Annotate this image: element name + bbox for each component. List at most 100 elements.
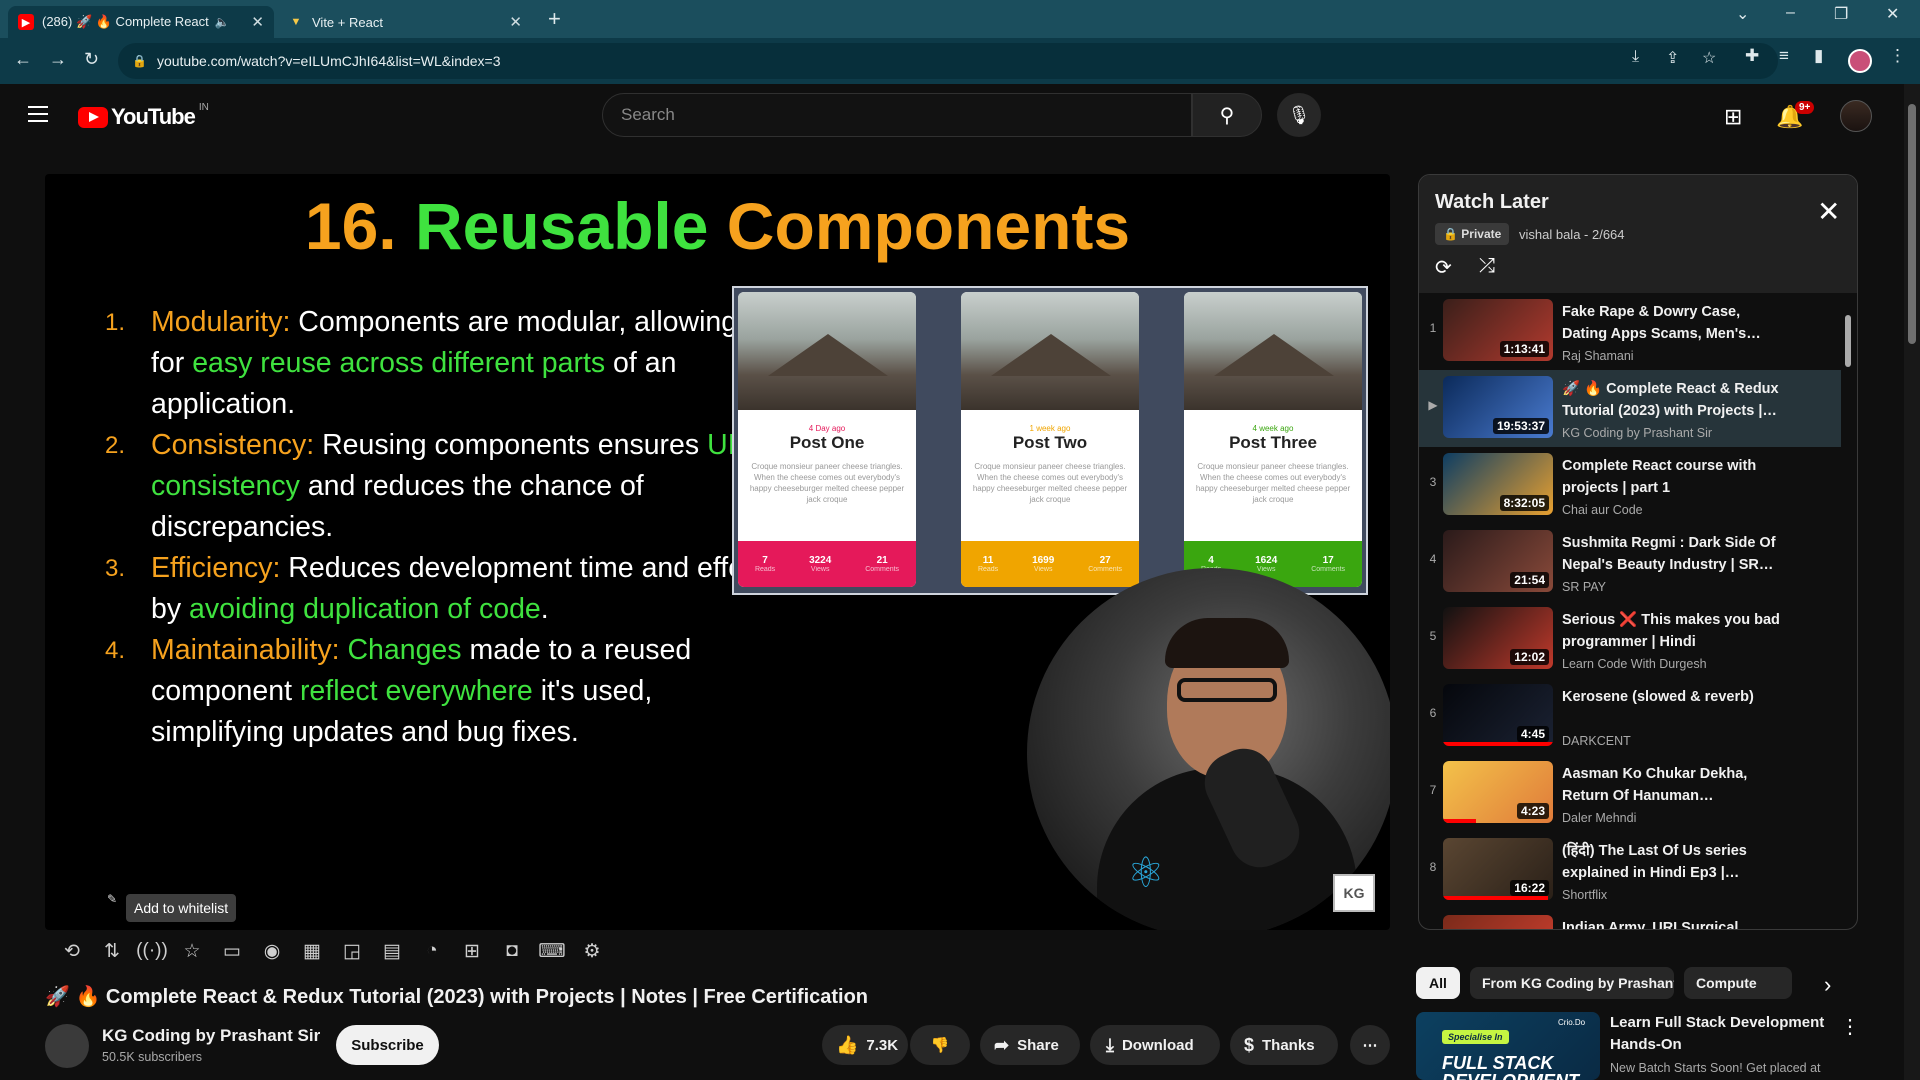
scrollbar-thumb[interactable]: [1908, 104, 1916, 344]
close-tab-icon[interactable]: ✕: [243, 13, 264, 31]
keyboard-icon[interactable]: ⌨: [532, 940, 572, 963]
playlist-item[interactable]: 5 12:02 Serious ❌ This makes you bad progr…: [1419, 601, 1841, 678]
more-actions-button[interactable]: ⋯: [1350, 1025, 1390, 1065]
maximize-button[interactable]: ❐: [1834, 4, 1848, 24]
extensions-puzzle-icon[interactable]: ✚: [1745, 46, 1759, 66]
sort-icon[interactable]: ⇅: [92, 940, 132, 963]
new-tab-button[interactable]: +: [548, 6, 561, 32]
shuffle-icon[interactable]: ⤮: [1479, 255, 1495, 278]
subscribe-button[interactable]: Subscribe: [336, 1025, 439, 1065]
create-video-icon[interactable]: ⊞: [1724, 104, 1742, 130]
share-icon[interactable]: ⇪: [1666, 48, 1679, 68]
video-duration: 16:22: [1510, 880, 1549, 896]
search-input[interactable]: Search: [602, 93, 1192, 137]
video-thumbnail[interactable]: 19:53:37: [1443, 376, 1553, 438]
browser-tab-youtube[interactable]: ▶ (286) 🚀 🔥 Complete React 🔈 ✕: [8, 6, 274, 38]
back-button[interactable]: ←: [14, 49, 32, 70]
loop-playlist-icon[interactable]: ⟳: [1435, 255, 1452, 280]
eye-icon[interactable]: ◉: [252, 940, 292, 963]
account-avatar[interactable]: [1840, 100, 1872, 132]
browser-tab-vite[interactable]: ▼ Vite + React ✕: [278, 6, 532, 38]
example-cards: 4 Day ago Post One Croque monsieur panee…: [732, 286, 1368, 595]
like-button[interactable]: 👍 7.3K: [822, 1025, 908, 1065]
close-playlist-icon[interactable]: ✕: [1817, 195, 1840, 228]
more-vertical-icon[interactable]: ⋮: [1840, 1014, 1860, 1039]
playlist-index: 3: [1429, 475, 1437, 489]
lock-icon: 🔒: [1443, 227, 1462, 241]
playlist-item[interactable]: 7 4:23 Aasman Ko Chukar Dekha, Return Of H…: [1419, 755, 1841, 832]
video-thumbnail[interactable]: 4:23: [1443, 761, 1553, 823]
mini-player-icon[interactable]: ◲: [332, 940, 372, 963]
video-thumbnail[interactable]: 21:54: [1443, 530, 1553, 592]
close-window-button[interactable]: ✕: [1886, 4, 1899, 24]
chrome-menu-icon[interactable]: ⋮: [1889, 46, 1906, 66]
playlist-item[interactable]: 1 1:13:41 Fake Rape & Dowry Case, Dating A…: [1419, 293, 1841, 370]
side-panel-icon[interactable]: ▮: [1814, 46, 1823, 66]
video-thumbnail[interactable]: 16:22: [1443, 838, 1553, 900]
playlist-title[interactable]: Watch Later: [1435, 191, 1549, 214]
chip-all[interactable]: All: [1416, 967, 1460, 999]
loop-icon[interactable]: ⟲: [52, 940, 92, 963]
bookmark-star-icon[interactable]: ☆: [1702, 48, 1716, 68]
forward-button[interactable]: →: [49, 49, 67, 70]
menu-icon[interactable]: [28, 106, 48, 122]
speed-icon[interactable]: ◔: [412, 940, 452, 962]
recommendation-thumbnail[interactable]: Specialise In FULL STACK DEVELOPMENT Cri…: [1416, 1012, 1600, 1080]
broadcast-icon[interactable]: ((·)): [132, 940, 172, 962]
video-thumbnail[interactable]: [1443, 915, 1553, 929]
media-control-icon[interactable]: ≡: [1779, 46, 1789, 66]
video-duration: 19:53:37: [1492, 418, 1549, 434]
logo-text: YouTube: [111, 104, 196, 129]
download-button[interactable]: ⤓ Download: [1090, 1025, 1220, 1065]
minimize-button[interactable]: –: [1786, 4, 1795, 22]
video-thumbnail[interactable]: 12:02: [1443, 607, 1553, 669]
channel-name[interactable]: KG Coding by Prashant Sir: [102, 1026, 320, 1046]
video-thumbnail[interactable]: 8:32:05: [1443, 453, 1553, 515]
reload-button[interactable]: ↻: [84, 49, 99, 70]
dislike-button[interactable]: 👎: [910, 1025, 970, 1065]
settings-gear-icon[interactable]: ⚙: [572, 940, 612, 963]
add-icon[interactable]: ⊞: [452, 940, 492, 963]
stat-comments: 27 Comments: [1088, 555, 1123, 573]
playlist-item[interactable]: ▶ 19:53:37 🚀 🔥 Complete React & Redux Tuto…: [1419, 370, 1841, 447]
film-icon[interactable]: ▦: [292, 940, 332, 963]
card-image: [738, 292, 916, 410]
star-icon[interactable]: ☆: [172, 940, 212, 963]
playlist-scrollbar[interactable]: [1845, 315, 1851, 367]
tab-search-icon[interactable]: ⌄: [1736, 4, 1749, 24]
playlist-item[interactable]: 9Indian Army, URI Surgical: [1419, 909, 1841, 929]
lock-icon: 🔒: [132, 54, 147, 68]
share-button[interactable]: ➦ Share: [980, 1025, 1080, 1065]
stat-reads: 7 Reads: [754, 555, 776, 573]
vite-favicon-icon: ▼: [290, 16, 302, 28]
page-scrollbar[interactable]: [1904, 84, 1920, 1080]
post-card: 4 week ago Post Three Croque monsieur pa…: [1184, 292, 1362, 587]
search-button[interactable]: ⚲: [1192, 93, 1262, 137]
playlist-item[interactable]: 6 4:45 Kerosene (slowed & reverb) DARKCENT: [1419, 678, 1841, 755]
thumb-brand: Crio.Do: [1558, 1018, 1586, 1027]
video-player[interactable]: 16. Reusable Components 1. Modularity: C…: [45, 174, 1390, 930]
video-thumbnail[interactable]: 1:13:41: [1443, 299, 1553, 361]
hide-icon[interactable]: ▭: [212, 940, 252, 963]
video-thumbnail[interactable]: 4:45: [1443, 684, 1553, 746]
recommendation-title[interactable]: Learn Full Stack Development Hands-On: [1610, 1012, 1842, 1056]
address-bar[interactable]: 🔒 youtube.com/watch?v=eILUmCJhI64&list=W…: [118, 43, 1778, 79]
speaker-icon[interactable]: 🔈: [215, 15, 230, 29]
card-body: Croque monsieur paneer cheese triangles.…: [1195, 462, 1351, 504]
channel-avatar[interactable]: [45, 1024, 89, 1068]
playlist-item[interactable]: 3 8:32:05 Complete React course with proje…: [1419, 447, 1841, 524]
youtube-logo[interactable]: YouTube IN: [78, 102, 209, 130]
close-tab-icon[interactable]: ✕: [501, 13, 522, 31]
chip-from-channel[interactable]: From KG Coding by Prashant …: [1470, 967, 1674, 999]
theater-icon[interactable]: ▤: [372, 940, 412, 963]
playlist-item[interactable]: 4 21:54 Sushmita Regmi : Dark Side Of Nepa…: [1419, 524, 1841, 601]
chip-computer[interactable]: Compute: [1684, 967, 1792, 999]
chevron-right-icon[interactable]: ›: [1824, 972, 1831, 998]
playlist-item[interactable]: 8 16:22 (हिंदी) The Last Of Us series expl…: [1419, 832, 1841, 909]
playlist-header: Watch Later 🔒 Private vishal bala - 2/66…: [1419, 175, 1857, 293]
camera-icon[interactable]: ◘: [492, 940, 532, 962]
install-app-icon[interactable]: ⤓: [1632, 48, 1639, 66]
browser-profile-avatar[interactable]: [1848, 49, 1872, 73]
voice-search-button[interactable]: 🎙: [1277, 93, 1321, 137]
thanks-button[interactable]: $ Thanks: [1230, 1025, 1338, 1065]
